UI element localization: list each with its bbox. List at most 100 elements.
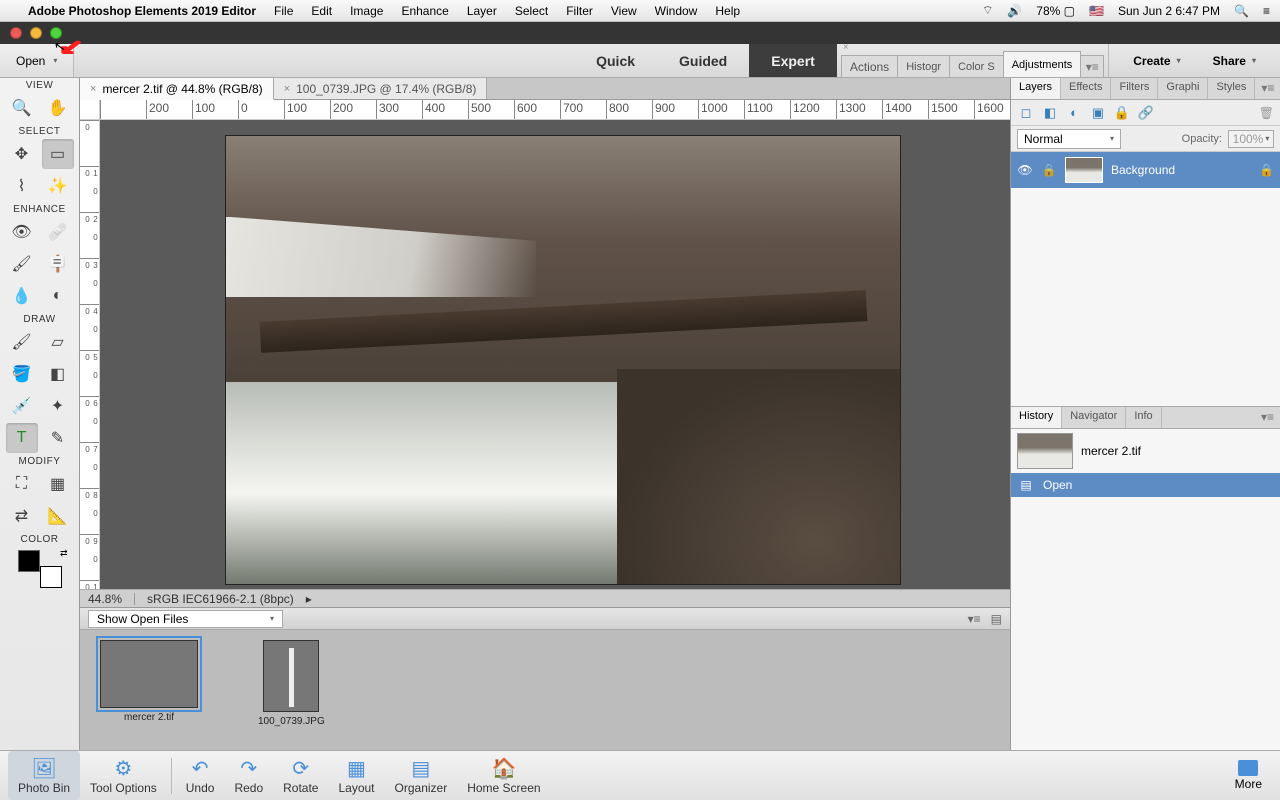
ruler-horizontal[interactable]: 2001000100200300400500600700800900100011… [100, 100, 1010, 120]
tab-menu-icon[interactable]: ▾≡ [1080, 55, 1104, 77]
panel-tab-effects[interactable]: Effects [1061, 78, 1111, 99]
undo-button[interactable]: ↶Undo [176, 751, 225, 800]
panel-tab-history[interactable]: History [1011, 407, 1062, 428]
layer-name[interactable]: Background [1111, 163, 1251, 177]
pencil-tool[interactable]: ✎ [42, 423, 74, 453]
clock[interactable]: Sun Jun 2 6:47 PM [1118, 4, 1220, 18]
document-tab-2[interactable]: ×100_0739.JPG @ 17.4% (RGB/8) [274, 78, 488, 99]
document-tab-1[interactable]: ×mercer 2.tif @ 44.8% (RGB/8) [80, 78, 274, 100]
history-menu-icon[interactable]: ▾≡ [1255, 407, 1280, 428]
photo-bin-button[interactable]: 🖼Photo Bin [8, 751, 80, 800]
link-layers-icon[interactable]: 🔗 [1137, 104, 1155, 122]
home-screen-button[interactable]: 🏠Home Screen [457, 751, 550, 800]
menu-file[interactable]: File [274, 4, 293, 18]
crop-tool[interactable]: ⛶ [6, 469, 38, 499]
new-layer-icon[interactable]: ◻ [1017, 104, 1035, 122]
spotlight-icon[interactable]: 🔍 [1234, 4, 1249, 18]
history-step-open[interactable]: ▤ Open [1011, 473, 1280, 497]
battery-status[interactable]: 78% ▢ [1036, 4, 1075, 18]
panel-tab-styles[interactable]: Styles [1208, 78, 1255, 99]
create-button[interactable]: Create▾ [1117, 54, 1196, 68]
hand-tool[interactable]: ✋ [42, 93, 74, 123]
share-button[interactable]: Share▾ [1197, 54, 1272, 68]
flag-icon[interactable]: 🇺🇸 [1089, 4, 1104, 18]
layer-row-background[interactable]: 👁 🔒 Background 🔒 [1011, 152, 1280, 188]
panel-tab-filters[interactable]: Filters [1111, 78, 1158, 99]
menu-edit[interactable]: Edit [311, 4, 332, 18]
volume-icon[interactable]: 🔊 [1007, 4, 1022, 18]
ruler-vertical[interactable]: 01 0 02 0 03 0 04 0 05 0 06 0 07 0 08 0 … [80, 120, 100, 589]
zoom-tool[interactable]: 🔍 [6, 93, 38, 123]
redeye-tool[interactable]: 👁 [6, 217, 38, 247]
new-group-icon[interactable]: ◧ [1041, 104, 1059, 122]
photo-bin-thumb-2[interactable]: 100_0739.JPG [258, 640, 325, 727]
tab-color-swatches[interactable]: Color S [949, 55, 1004, 77]
tab-actions[interactable]: ×Actions [841, 55, 898, 77]
menu-select[interactable]: Select [515, 4, 548, 18]
bin-menu-icon[interactable]: ▾≡ [968, 612, 981, 626]
foreground-color-swatch[interactable] [18, 550, 40, 572]
menu-filter[interactable]: Filter [566, 4, 593, 18]
magic-wand-tool[interactable]: ✨ [42, 171, 74, 201]
wifi-icon[interactable]: ⌔ [982, 3, 993, 18]
menu-icon[interactable]: ≡ [1263, 4, 1270, 18]
canvas-background[interactable] [100, 120, 1010, 589]
visibility-icon[interactable]: 👁 [1017, 163, 1033, 177]
panel-menu-icon[interactable]: ▾≡ [1255, 78, 1280, 99]
sponge-tool[interactable]: ◐ [42, 281, 74, 311]
background-color-swatch[interactable] [40, 566, 62, 588]
bin-grid-icon[interactable]: ▤ [991, 612, 1002, 626]
adjustment-layer-icon[interactable]: ◐ [1065, 104, 1083, 122]
status-arrow-icon[interactable]: ▸ [306, 592, 312, 606]
eraser-tool[interactable]: ▱ [42, 327, 74, 357]
move-tool[interactable]: ✥ [6, 139, 38, 169]
zoom-level[interactable]: 44.8% [88, 592, 122, 606]
canvas-image[interactable] [226, 136, 900, 584]
layer-thumbnail[interactable] [1065, 157, 1103, 183]
mode-guided[interactable]: Guided [657, 44, 749, 77]
recompose-tool[interactable]: ▦ [42, 469, 74, 499]
open-button[interactable]: Open▾ [0, 44, 74, 77]
blend-mode-dropdown[interactable]: Normal▾ [1017, 129, 1121, 149]
menu-help[interactable]: Help [715, 4, 740, 18]
redo-button[interactable]: ↷Redo [224, 751, 273, 800]
panel-tab-info[interactable]: Info [1126, 407, 1161, 428]
straighten-tool[interactable]: 📐 [42, 501, 74, 531]
rotate-button[interactable]: ⟳Rotate [273, 751, 328, 800]
shape-tool[interactable]: ✦ [42, 391, 74, 421]
menu-enhance[interactable]: Enhance [401, 4, 448, 18]
color-swatches[interactable]: ⇄ [18, 550, 62, 588]
lasso-tool[interactable]: ⌇ [6, 171, 38, 201]
gradient-tool[interactable]: ◧ [42, 359, 74, 389]
layout-button[interactable]: ▦Layout [328, 751, 384, 800]
paint-bucket-tool[interactable]: 🪣 [6, 359, 38, 389]
brush-tool[interactable]: 🖌 [6, 327, 38, 357]
mode-quick[interactable]: Quick [574, 44, 657, 77]
lock-icon[interactable]: 🔒 [1041, 163, 1057, 177]
panel-tab-graphics[interactable]: Graphi [1158, 78, 1208, 99]
delete-layer-icon[interactable]: 🗑 [1259, 106, 1274, 120]
more-button[interactable]: More [1225, 760, 1272, 791]
menu-image[interactable]: Image [350, 4, 383, 18]
photo-bin-dropdown[interactable]: Show Open Files▾ [88, 610, 283, 628]
eyedropper-tool[interactable]: 💉 [6, 391, 38, 421]
menu-window[interactable]: Window [655, 4, 698, 18]
mode-expert[interactable]: Expert [749, 44, 837, 77]
layer-mask-icon[interactable]: ▣ [1089, 104, 1107, 122]
close-tab-icon[interactable]: × [284, 83, 290, 95]
marquee-tool[interactable]: ▭ [42, 139, 74, 169]
window-close-button[interactable] [10, 27, 22, 39]
smart-brush-tool[interactable]: 🖌 [6, 249, 38, 279]
photo-bin-thumb-1[interactable]: mercer 2.tif [100, 640, 198, 723]
window-maximize-button[interactable] [50, 27, 62, 39]
clone-stamp-tool[interactable]: 🪧 [42, 249, 74, 279]
window-minimize-button[interactable] [30, 27, 42, 39]
tab-adjustments[interactable]: Adjustments [1003, 51, 1082, 77]
history-snapshot[interactable]: mercer 2.tif [1011, 429, 1280, 473]
menu-view[interactable]: View [611, 4, 637, 18]
spot-heal-tool[interactable]: 🩹 [42, 217, 74, 247]
content-aware-tool[interactable]: ⇄ [6, 501, 38, 531]
organizer-button[interactable]: ▤Organizer [385, 751, 458, 800]
blur-tool[interactable]: 💧 [6, 281, 38, 311]
color-profile[interactable]: sRGB IEC61966-2.1 (8bpc) [147, 592, 294, 606]
